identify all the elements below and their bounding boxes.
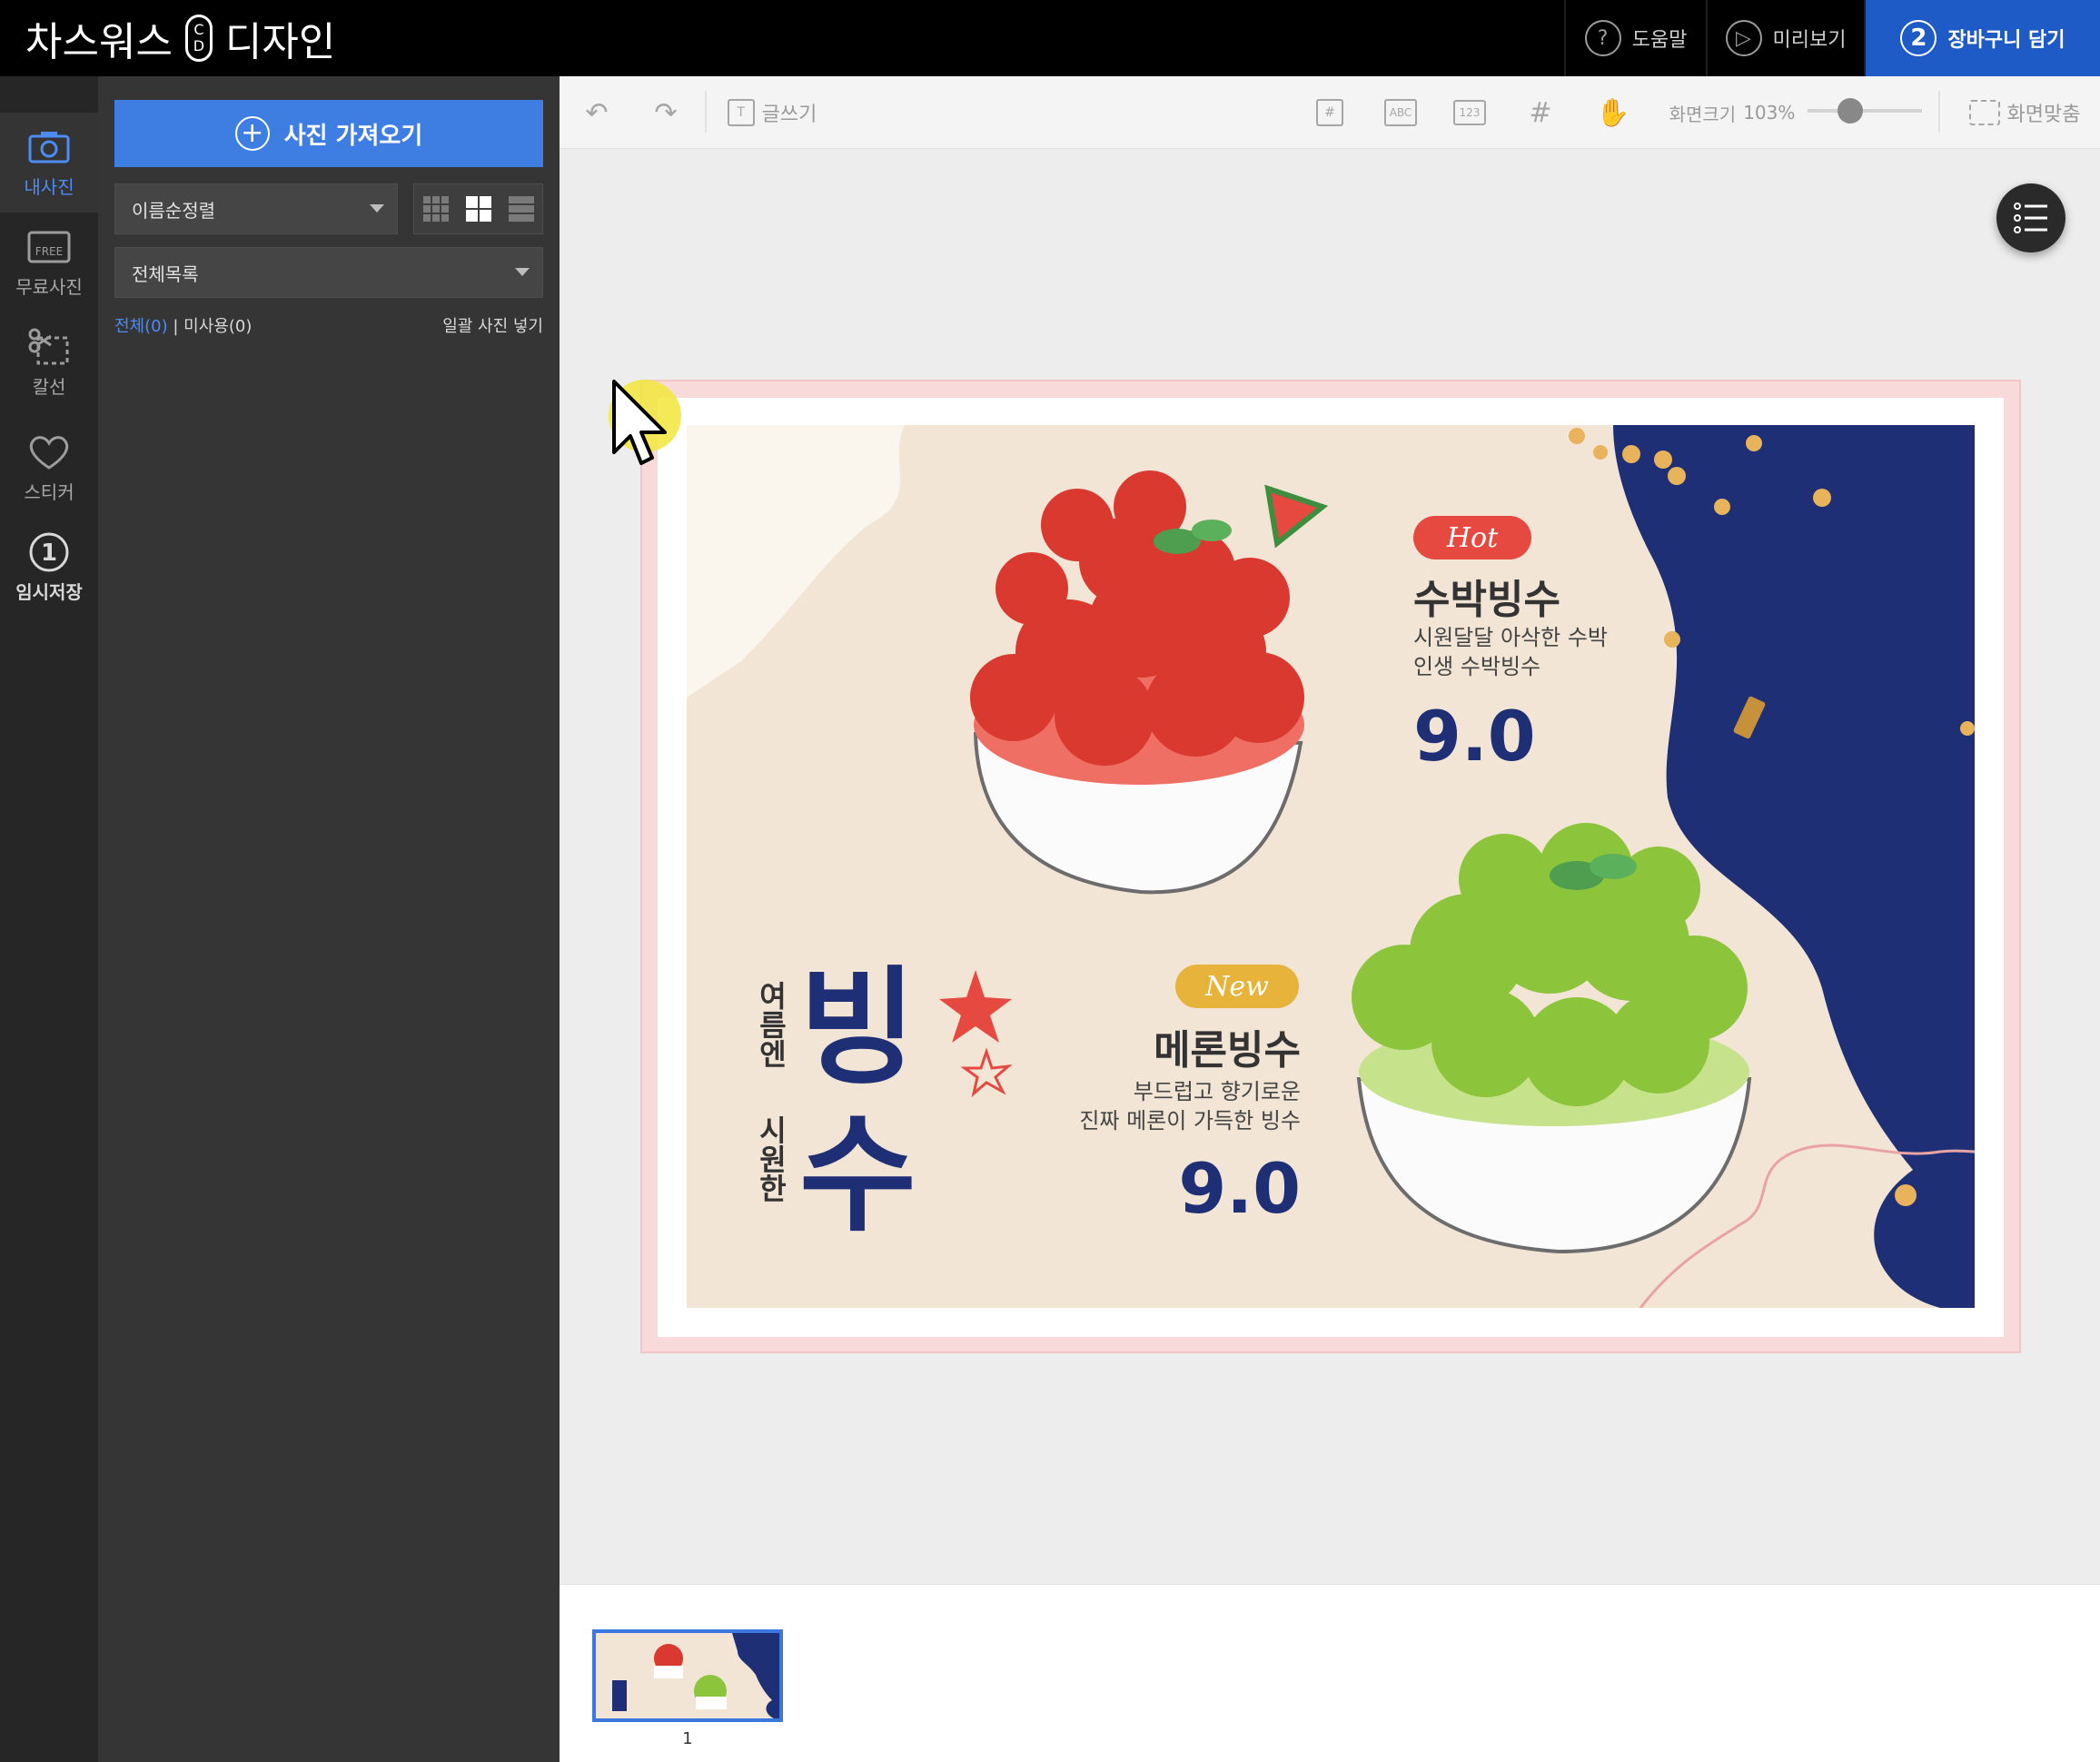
plus-circle-icon: + (234, 116, 270, 151)
numbering-button[interactable]: 123 (1450, 76, 1490, 149)
text-box-icon: T (727, 99, 755, 126)
logo-cd-icon: CD (184, 15, 213, 62)
svg-text:1: 1 (41, 539, 57, 567)
zoom-slider-track[interactable] (1808, 109, 1922, 113)
page-strip (560, 1584, 2100, 1762)
big-title-bing: 빙 (799, 955, 916, 1103)
spellcheck-button[interactable]: ABC (1379, 76, 1422, 149)
logo-text-left: 차스워스 (25, 19, 173, 65)
melon-title: 메론빙수 (1154, 1027, 1301, 1074)
redo-button[interactable]: ↷ (643, 76, 688, 149)
zoom-readout: 화면크기 103% (1669, 102, 1796, 125)
list-icon (2014, 203, 2047, 233)
poster-design[interactable]: Hot 수박빙수 시원달달 아삭한 수박 인생 수박빙수 9.0 New 메론빙… (687, 425, 1975, 1308)
small-grid-icon[interactable] (422, 196, 449, 222)
chevron-down-icon (515, 268, 530, 276)
undo-icon: ↶ (585, 96, 609, 129)
svg-text:FREE: FREE (35, 245, 63, 258)
melon-desc: 부드럽고 향기로운 진짜 메론이 가득한 빙수 (1079, 1079, 1301, 1133)
photo-filter-row: 전체(0) | 미사용(0) 일괄 사진 넣기 (114, 312, 543, 338)
step-one-icon: 1 (27, 532, 71, 572)
fit-screen-icon (1968, 100, 2000, 125)
pan-tool-button[interactable]: ✋ (1595, 76, 1631, 149)
add-text-button[interactable]: T 글쓰기 (721, 76, 823, 149)
import-photos-button[interactable]: + 사진 가져오기 (114, 100, 543, 167)
watermelon-desc: 시원달달 아삭한 수박 인생 수박빙수 (1413, 625, 1608, 679)
sort-select[interactable]: 이름순정렬 (114, 183, 398, 234)
grid-toggle-button[interactable]: # (1522, 76, 1559, 149)
step-two-icon: 2 (1900, 20, 1937, 56)
toolbar-divider (705, 91, 707, 133)
watermelon-title: 수박빙수 (1413, 577, 1560, 623)
hand-icon: ✋ (1596, 96, 1630, 129)
view-mode-group (413, 183, 543, 234)
vertical-text-cool: 시원한 (754, 1115, 788, 1203)
list-select[interactable]: 전체목록 (114, 247, 543, 298)
toolbar-divider (1938, 91, 1940, 133)
add-to-cart-button[interactable]: 2 장바구니 담기 (1864, 0, 2100, 76)
hash-box-icon: # (1316, 99, 1343, 126)
abc-icon: ABC (1384, 99, 1417, 126)
filter-all-link[interactable]: 전체(0) (114, 317, 168, 336)
rail-item-cutline[interactable]: 칼선 (0, 312, 98, 412)
scissors-icon (27, 327, 71, 367)
play-icon: ▷ (1725, 20, 1762, 56)
grid-icon: # (1529, 96, 1552, 129)
app-logo: 차스워스 CD 디자인 (25, 9, 335, 67)
mouse-pointer-icon (609, 380, 681, 465)
watermelon-price: 9.0 (1413, 696, 1536, 777)
filter-divider: | (173, 317, 179, 336)
page-number: 1 (682, 1729, 693, 1748)
undo-button[interactable]: ↶ (574, 76, 619, 149)
thumbnail-preview (596, 1633, 779, 1718)
new-badge: New (1175, 965, 1299, 1008)
filter-unused-link[interactable]: 미사용(0) (183, 317, 252, 336)
preview-button[interactable]: ▷ 미리보기 (1706, 0, 1864, 76)
big-title-su: 수 (799, 1102, 916, 1250)
free-photo-icon: FREE (25, 227, 73, 267)
help-button[interactable]: ? 도움말 (1564, 0, 1706, 76)
page-number-button[interactable]: # (1312, 76, 1348, 149)
fit-screen-button[interactable]: 화면맞춤 (1956, 76, 2093, 149)
rail-item-sticker[interactable]: 스티커 (0, 418, 98, 518)
large-grid-icon[interactable] (465, 196, 491, 222)
rail-item-free-photos[interactable]: FREE 무료사진 (0, 213, 98, 312)
redo-icon: ↷ (654, 96, 678, 129)
page-thumbnail[interactable] (592, 1629, 783, 1722)
bulk-insert-link[interactable]: 일괄 사진 넣기 (442, 313, 543, 337)
number-box-icon: 123 (1453, 100, 1486, 125)
list-view-icon[interactable] (508, 196, 534, 222)
zoom-slider-handle[interactable] (1837, 98, 1863, 124)
rail-item-temp-save[interactable]: 1 임시저장 (0, 518, 98, 618)
question-icon: ? (1584, 20, 1621, 56)
hot-badge: Hot (1413, 516, 1531, 559)
logo-text-right: 디자인 (224, 19, 336, 65)
melon-price: 9.0 (1178, 1148, 1301, 1229)
camera-icon (28, 127, 70, 167)
layer-menu-button[interactable] (1996, 183, 2065, 252)
heart-icon (27, 432, 71, 472)
vertical-text-summer: 여름엔 (754, 981, 788, 1068)
chevron-down-icon (370, 204, 384, 213)
rail-item-my-photos[interactable]: 내사진 (0, 113, 98, 213)
